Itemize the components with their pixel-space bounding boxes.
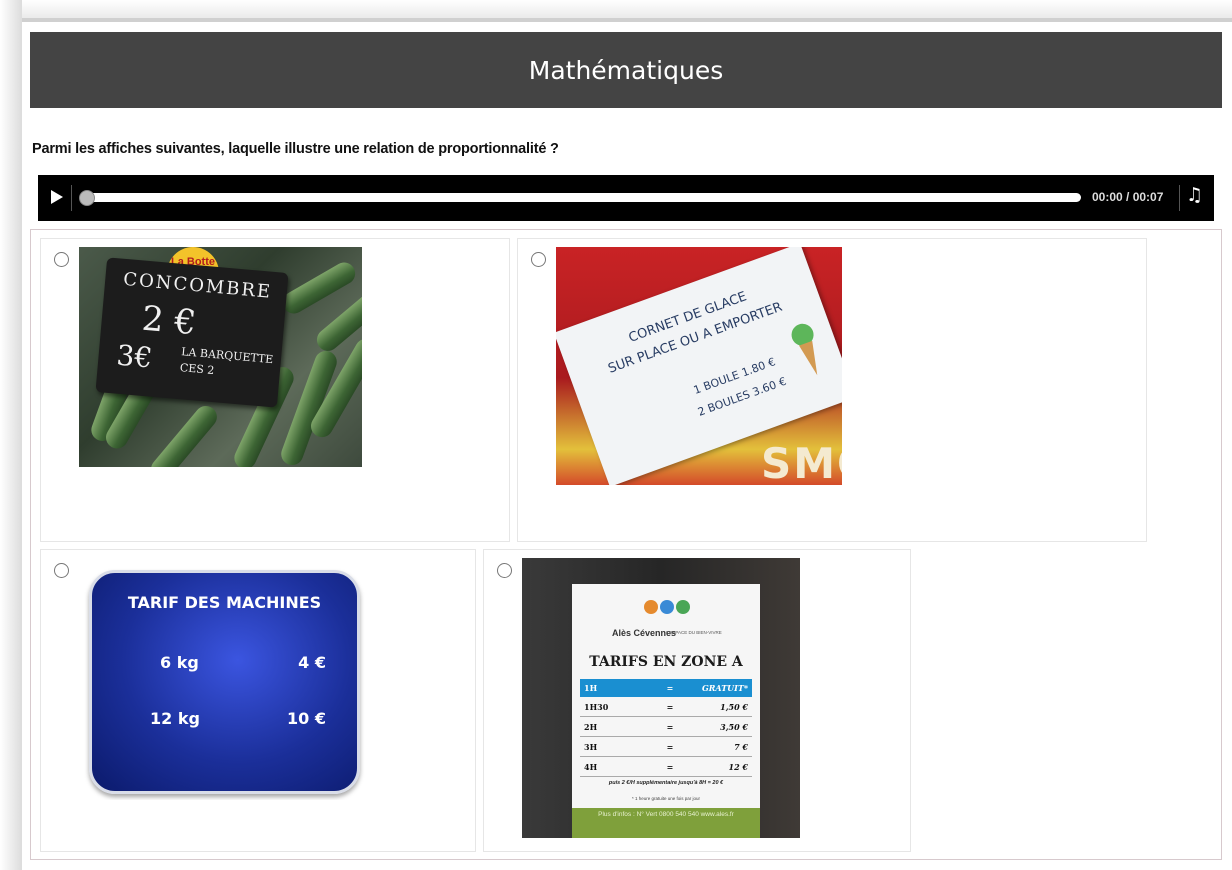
machine-price-sign: TARIF DES MACHINES 6 kg 4 € 12 kg 10 € bbox=[89, 570, 360, 794]
table-row: 1H30 = 1,50 € bbox=[580, 697, 752, 717]
answer-option-b[interactable]: SMOO CORNET DE GLACE SUR PLACE OU A EMPO… bbox=[517, 238, 1147, 542]
machine-price-sign-image: TARIF DES MACHINES 6 kg 4 € 12 kg 10 € bbox=[79, 560, 369, 800]
parking-price-sign-image: Alès Cévennes L'ESPACE DU BIEN-VIVRE TAR… bbox=[522, 558, 800, 838]
audio-progress-track[interactable] bbox=[85, 193, 1081, 202]
sign-title: TARIFS EN ZONE A bbox=[589, 654, 743, 670]
question-text: Parmi les affiches suivantes, laquelle i… bbox=[32, 141, 559, 157]
cucumber-sign-image: La Botte CONCOMBRE 2 € 3€ LA BARQUETTE C… bbox=[79, 247, 362, 467]
row-2-price: 10 € bbox=[287, 709, 326, 728]
price-table: 1H = GRATUIT* 1H30 = 1,50 € 2H = 3,50 € bbox=[580, 679, 752, 777]
page-header: Mathématiques bbox=[30, 32, 1222, 108]
music-note-icon[interactable]: ♫ bbox=[1186, 184, 1203, 206]
footnote-2: * 1 heure gratuite une fois par jour bbox=[631, 796, 701, 801]
sign-note: LA BARQUETTE CES 2 bbox=[179, 345, 274, 378]
parking-price-sign: Alès Cévennes L'ESPACE DU BIEN-VIVRE TAR… bbox=[572, 584, 760, 838]
info-banner: Plus d'infos : N° Vert 0800 540 540 www.… bbox=[572, 808, 760, 838]
radio-option-b[interactable] bbox=[531, 252, 546, 267]
background-text: SMOO bbox=[761, 439, 842, 485]
window-frame-line bbox=[22, 18, 1232, 22]
answer-option-a[interactable]: La Botte CONCOMBRE 2 € 3€ LA BARQUETTE C… bbox=[40, 238, 510, 542]
divider bbox=[1179, 185, 1180, 211]
sign-title: TARIF DES MACHINES bbox=[127, 593, 322, 612]
play-icon[interactable] bbox=[51, 190, 63, 204]
answer-options: La Botte CONCOMBRE 2 € 3€ LA BARQUETTE C… bbox=[30, 229, 1222, 860]
audio-player: 00:00 / 00:07 ♫ bbox=[38, 175, 1214, 221]
radio-option-a[interactable] bbox=[54, 252, 69, 267]
window-frame-left bbox=[0, 0, 22, 870]
row-1-price: 4 € bbox=[298, 653, 326, 672]
footnote-1: puis 2 €/H supplémentaire jusqu'à 8H = 2… bbox=[608, 780, 724, 786]
audio-time: 00:00 / 00:07 bbox=[1092, 190, 1164, 204]
row-2-weight: 12 kg bbox=[150, 709, 200, 728]
brand-subtitle: L'ESPACE DU BIEN-VIVRE bbox=[666, 630, 722, 635]
page-title: Mathématiques bbox=[528, 55, 724, 85]
table-row: 4H = 12 € bbox=[580, 757, 752, 777]
table-row: 3H = 7 € bbox=[580, 737, 752, 757]
audio-progress-thumb[interactable] bbox=[79, 190, 95, 206]
ice-cream-sign-image: SMOO CORNET DE GLACE SUR PLACE OU A EMPO… bbox=[556, 247, 842, 485]
sign-price-1: 2 € bbox=[140, 298, 198, 344]
info-text: Plus d'infos : N° Vert 0800 540 540 www.… bbox=[598, 811, 734, 818]
chalkboard-sign: CONCOMBRE 2 € 3€ LA BARQUETTE CES 2 bbox=[95, 257, 289, 408]
sign-title: CONCOMBRE bbox=[122, 268, 273, 303]
radio-option-d[interactable] bbox=[497, 563, 512, 578]
table-row: 2H = 3,50 € bbox=[580, 717, 752, 737]
sign-price-2: 3€ bbox=[115, 338, 154, 375]
radio-option-c[interactable] bbox=[54, 563, 69, 578]
divider bbox=[71, 185, 72, 211]
answer-option-d[interactable]: Alès Cévennes L'ESPACE DU BIEN-VIVRE TAR… bbox=[483, 549, 911, 852]
table-row: 1H = GRATUIT* bbox=[580, 679, 752, 697]
row-1-weight: 6 kg bbox=[160, 653, 199, 672]
answer-option-c[interactable]: TARIF DES MACHINES 6 kg 4 € 12 kg 10 € bbox=[40, 549, 476, 852]
